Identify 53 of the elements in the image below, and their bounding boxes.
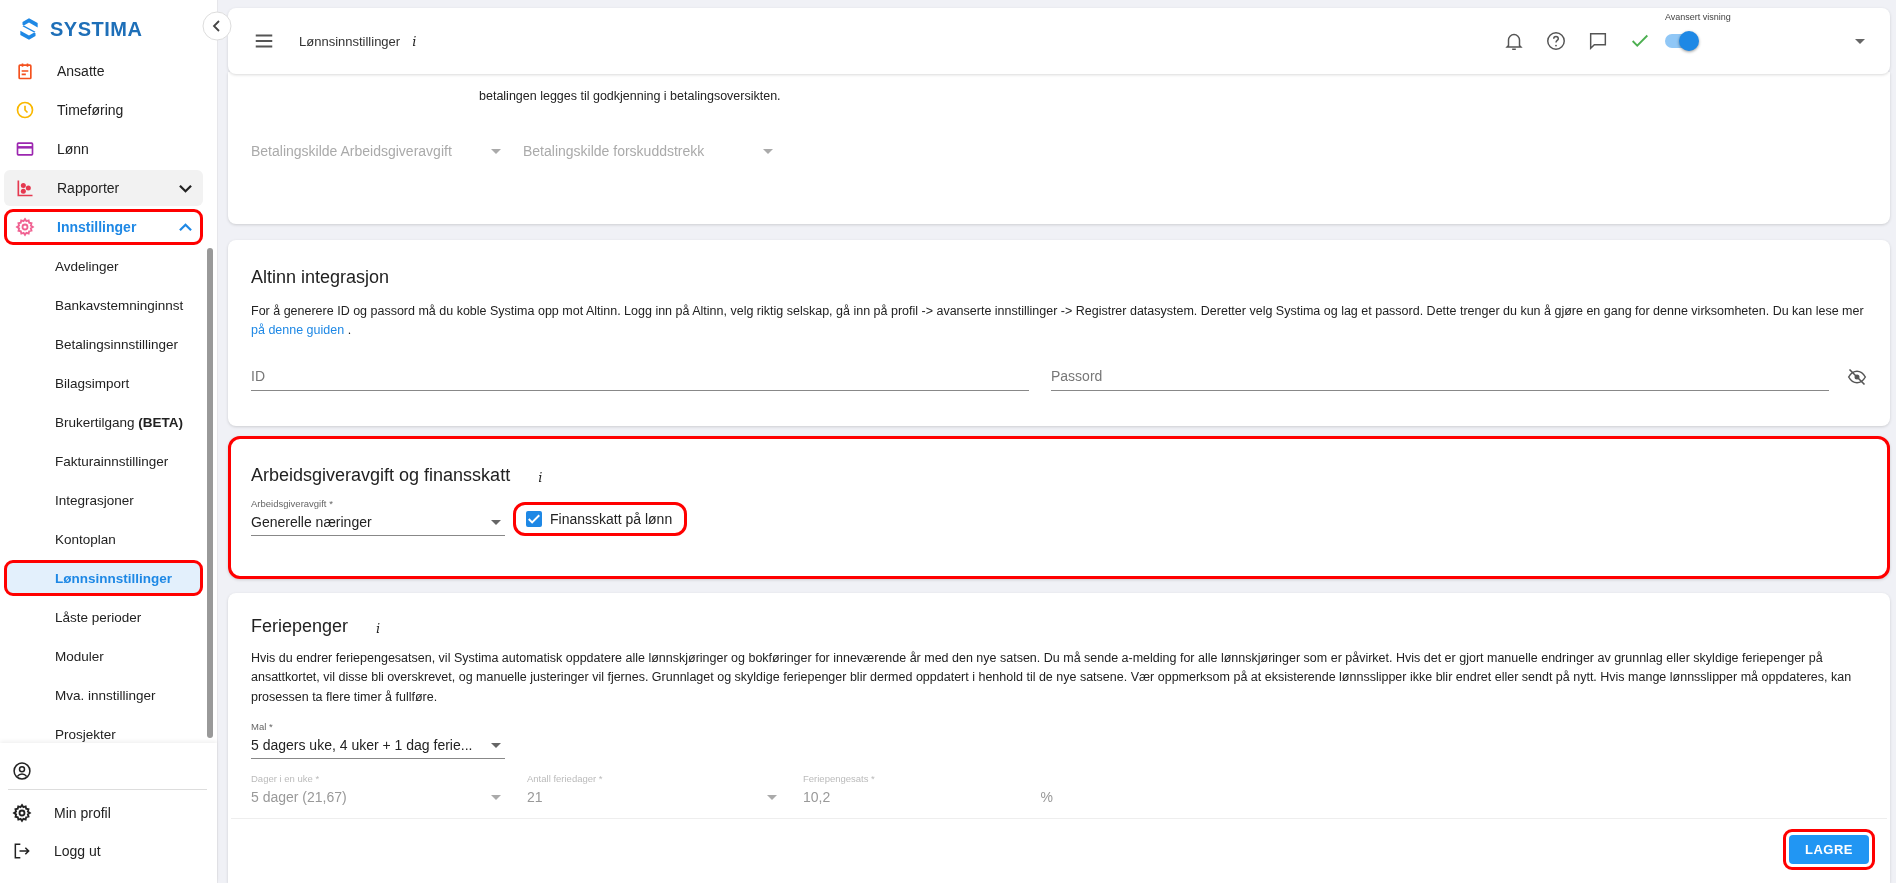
eye-off-icon[interactable] — [1847, 366, 1867, 387]
info-icon[interactable]: i — [376, 620, 381, 636]
logo-text: SYSTIMA — [50, 17, 143, 41]
menu-item[interactable]: Min profil — [0, 794, 217, 832]
help-icon[interactable] — [1545, 30, 1567, 52]
chat-icon[interactable] — [1587, 30, 1609, 52]
nav-subitem[interactable]: Prosjekter — [4, 716, 203, 743]
section-title: Altinn integrasjon — [251, 266, 391, 288]
nav-subitem[interactable]: Mva. innstillinger — [4, 677, 203, 713]
select-field[interactable]: Arbeidsgiveravgift * Generelle næringer — [251, 498, 505, 537]
section-title: Feriepenger — [251, 615, 349, 637]
page-title: Lønnsinnstillinger — [299, 33, 401, 49]
nav-subitem[interactable]: Kontoplan — [4, 521, 203, 557]
dropdown-caret-icon[interactable] — [1855, 38, 1865, 44]
nav-subitem[interactable]: Bilagsimport — [4, 365, 203, 401]
nav-item[interactable]: Rapporter — [4, 170, 203, 206]
settings-icon — [12, 803, 32, 823]
collapse-button[interactable] — [202, 11, 232, 41]
logout-icon — [12, 841, 32, 861]
guide-link[interactable]: på denne guiden — [251, 322, 345, 337]
select-field[interactable]: Mal * 5 dagers uke, 4 uker + 1 dag ferie... — [251, 721, 505, 759]
scrollbar[interactable] — [207, 248, 213, 738]
dropdown-caret-icon — [491, 742, 501, 748]
dropdown-caret-icon — [491, 148, 501, 154]
dropdown-caret-icon — [491, 519, 501, 525]
description-text: betalingen legges til godkjenning i betalingsoversikten. — [479, 88, 781, 105]
dropdown-caret-icon — [767, 794, 777, 800]
dropdown-caret-icon — [763, 148, 773, 154]
checkbox[interactable]: Finansskatt på lønn — [513, 502, 688, 537]
info-icon[interactable]: i — [412, 33, 417, 49]
nav-subitem[interactable]: Brukertilgang (BETA) — [4, 404, 203, 440]
toggle-label: Avansert visning — [1665, 12, 1731, 22]
nav-subitem[interactable]: Moduler — [4, 638, 203, 674]
chevron-icon — [179, 222, 192, 232]
section-title: Arbeidsgiveravgift og finansskatt — [251, 465, 511, 487]
description-text: Hvis du endrer feriepengesatsen, vil Systima automatisk oppdatere alle lønnskjøringer og bokføringer for inneværende år med den nye satsen. Du må sende a-melding for alle lønnskjøringer som er påvirket. Hvis det er gjort manuelle endringer av grunnlag eller skyldige feriepenger på ansattkortet, vil disse bli overskrevet, og manuelle justeringer vil fjernes. Grunnlaget og skyldige feriepenger blir dermed oppdatert i henhold til de nye satsene. Vær oppmerksom på at eksisterende lønnsslipper ikke blir endret eller sendt på nytt. Hvis mange lønnsslipper må oppdateres, kan prosessen ta flere timer å fullføre. — [251, 649, 1853, 706]
menu-item[interactable]: Logg ut — [0, 832, 217, 870]
nav-item[interactable]: Lønn — [4, 131, 203, 167]
nav-subitem[interactable]: Integrasjoner — [4, 482, 203, 518]
user-avatar-icon — [12, 761, 32, 781]
nav-subitem[interactable]: Betalingsinnstillinger — [4, 326, 203, 362]
nav-subitem[interactable]: Avdelinger — [4, 248, 203, 284]
checkmark-icon — [528, 513, 540, 526]
nav-subitem[interactable]: Låste perioder — [4, 599, 203, 635]
nav-item[interactable]: Ansatte — [4, 58, 203, 89]
nav-item[interactable]: Innstillinger — [4, 209, 203, 245]
chevron-icon — [179, 183, 192, 193]
description-text: For å generere ID og passord må du koble Systima opp mot Altinn. Logg inn på Altinn, velg riktig selskap, gå inn på profil -> avanserte innstillinger -> Registrer datasystem. Deretter velg Systima og lag et passord. Dette trenger du kun å gjøre en gang for denne virksomheten. Du kan lese mer på denne guiden . — [251, 302, 1865, 339]
dropdown-caret-icon — [491, 794, 501, 800]
info-icon[interactable]: i — [538, 470, 543, 486]
nav-subitem[interactable]: Fakturainnstillinger — [4, 443, 203, 479]
nav-subitem[interactable]: Bankavstemninginnst — [4, 287, 203, 323]
nav-item[interactable]: Timeføring — [4, 92, 203, 128]
